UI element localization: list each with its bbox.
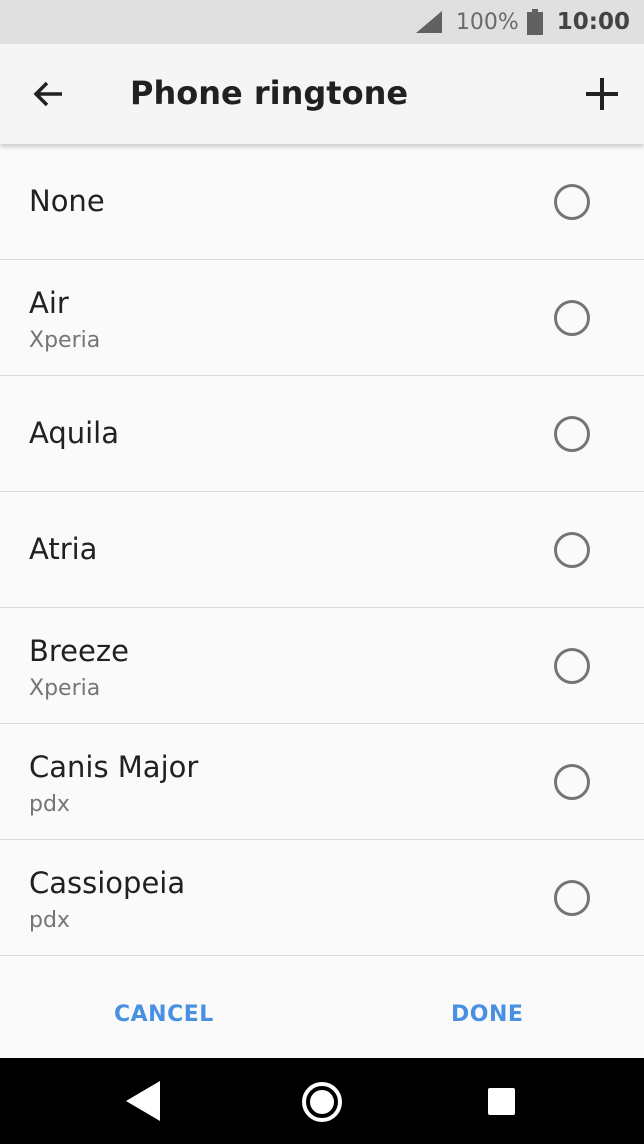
- ringtone-row-atria[interactable]: Atria: [0, 492, 644, 608]
- ringtone-name: Cassiopeia: [29, 866, 186, 900]
- ringtone-name: Air: [29, 286, 69, 320]
- ringtone-row-none[interactable]: None: [0, 144, 644, 260]
- battery-icon: [526, 9, 543, 35]
- ringtone-source: pdx: [29, 908, 70, 933]
- radio-button[interactable]: [554, 880, 590, 916]
- radio-button[interactable]: [554, 648, 590, 684]
- clock: 10:00: [556, 9, 630, 35]
- dialog-actions: CANCEL DONE: [0, 956, 644, 1058]
- add-icon[interactable]: [578, 70, 626, 118]
- battery-percent: 100%: [455, 9, 519, 35]
- ringtone-name: Atria: [29, 532, 98, 566]
- radio-button[interactable]: [554, 764, 590, 800]
- ringtone-row-breeze[interactable]: Breeze Xperia: [0, 608, 644, 724]
- nav-recents-icon[interactable]: [488, 1088, 515, 1115]
- nav-back-icon[interactable]: [126, 1081, 160, 1121]
- signal-icon: [415, 11, 442, 33]
- ringtone-row-air[interactable]: Air Xperia: [0, 260, 644, 376]
- nav-home-icon[interactable]: [302, 1082, 342, 1122]
- page-title: Phone ringtone: [130, 74, 409, 112]
- radio-button[interactable]: [554, 300, 590, 336]
- app-bar: Phone ringtone: [0, 44, 644, 144]
- ringtone-source: Xperia: [29, 328, 101, 353]
- ringtone-source: Xperia: [29, 676, 101, 701]
- ringtone-source: pdx: [29, 792, 70, 817]
- ringtone-name: Canis Major: [29, 750, 199, 784]
- radio-button[interactable]: [554, 184, 590, 220]
- ringtone-row-canis-major[interactable]: Canis Major pdx: [0, 724, 644, 840]
- cancel-button[interactable]: CANCEL: [114, 1002, 214, 1027]
- back-arrow-icon[interactable]: [24, 70, 72, 118]
- status-bar: 100% 10:00: [0, 0, 644, 44]
- navigation-bar: [0, 1058, 644, 1144]
- done-button[interactable]: DONE: [451, 1002, 523, 1027]
- ringtone-name: Breeze: [29, 634, 129, 668]
- ringtone-name: None: [29, 184, 105, 218]
- ringtone-row-aquila[interactable]: Aquila: [0, 376, 644, 492]
- ringtone-name: Aquila: [29, 416, 120, 450]
- ringtone-list: None Air Xperia Aquila Atria Breeze Xper…: [0, 144, 644, 956]
- radio-button[interactable]: [554, 532, 590, 568]
- ringtone-row-cassiopeia[interactable]: Cassiopeia pdx: [0, 840, 644, 956]
- radio-button[interactable]: [554, 416, 590, 452]
